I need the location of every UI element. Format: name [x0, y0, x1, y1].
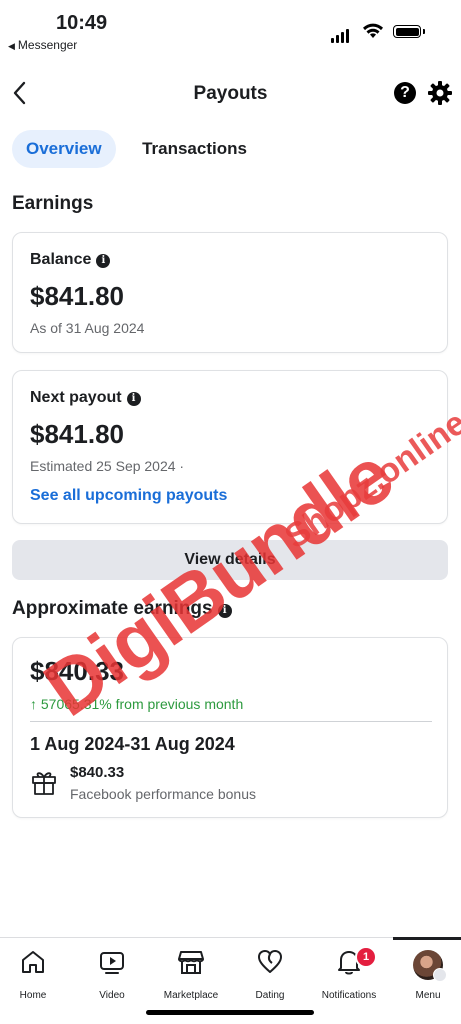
- back-to-app-link[interactable]: ◀ Messenger: [8, 38, 77, 52]
- home-icon: [22, 951, 44, 973]
- payouts-screen: 10:49 ◀ Messenger Payouts ? Overview Tra…: [0, 0, 461, 1024]
- wifi-icon: [363, 23, 383, 38]
- approx-amount: $840.33: [30, 656, 124, 686]
- nav-dating-label: Dating: [255, 990, 285, 1001]
- next-payout-label-row: Next payout i: [30, 389, 141, 407]
- gear-icon[interactable]: [427, 80, 453, 106]
- nav-notifications[interactable]: 1 Notifications: [311, 938, 387, 1001]
- approx-earnings-heading: Approximate earnings: [12, 598, 213, 619]
- balance-label: Balance: [30, 251, 92, 268]
- help-icon[interactable]: ?: [394, 82, 416, 104]
- marketplace-icon: [178, 951, 204, 974]
- notification-badge: 1: [355, 946, 377, 968]
- balance-card: Balance i $841.80 As of 31 Aug 2024: [12, 232, 448, 353]
- battery-icon: [393, 25, 425, 38]
- approx-earnings-card: $840.33 ↑ 57065.31% from previous month …: [12, 637, 448, 818]
- gift-icon: [32, 772, 56, 795]
- info-icon[interactable]: i: [96, 254, 111, 268]
- nav-video-label: Video: [99, 990, 125, 1001]
- status-bar: 10:49 ◀ Messenger: [0, 0, 461, 60]
- bonus-amount: $840.33: [70, 764, 125, 781]
- info-icon[interactable]: i: [126, 392, 141, 406]
- home-indicator: [146, 1010, 314, 1015]
- balance-label-row: Balance i: [30, 251, 111, 269]
- period-range: 1 Aug 2024-31 Aug 2024: [30, 734, 235, 754]
- next-payout-amount: $841.80: [30, 419, 124, 449]
- tab-bar: Overview Transactions: [12, 130, 269, 168]
- balance-date: As of 31 Aug 2024: [30, 320, 145, 336]
- nav-home[interactable]: Home: [0, 938, 71, 1001]
- nav-menu[interactable]: Menu: [390, 937, 461, 1001]
- info-icon[interactable]: i: [217, 604, 232, 618]
- nav-home-label: Home: [19, 990, 47, 1001]
- next-payout-card: Next payout i $841.80 Estimated 25 Sep 20…: [12, 370, 448, 524]
- tab-transactions[interactable]: Transactions: [128, 130, 261, 168]
- nav-menu-label: Menu: [415, 990, 441, 1001]
- view-details-button[interactable]: View details: [12, 540, 448, 580]
- menu-lines-icon: [433, 968, 447, 982]
- nav-marketplace[interactable]: Marketplace: [153, 938, 229, 1001]
- cellular-signal-icon: [331, 25, 351, 43]
- nav-dating[interactable]: Dating: [232, 938, 308, 1001]
- balance-amount: $841.80: [30, 281, 124, 311]
- video-icon: [100, 952, 124, 974]
- divider: [30, 721, 432, 722]
- nav-video[interactable]: Video: [74, 938, 150, 1001]
- page-title: Payouts: [193, 83, 268, 104]
- dating-heart-icon: [258, 950, 282, 973]
- tab-overview[interactable]: Overview: [12, 130, 116, 168]
- next-payout-estimate: Estimated 25 Sep 2024 ·: [30, 458, 185, 474]
- growth-indicator: ↑ 57065.31% from previous month: [30, 696, 244, 712]
- upcoming-payouts-link[interactable]: See all upcoming payouts: [30, 487, 227, 505]
- status-time: 10:49: [56, 12, 108, 34]
- bonus-description: Facebook performance bonus: [70, 786, 256, 802]
- nav-notifications-label: Notifications: [321, 990, 377, 1001]
- avatar: [413, 950, 447, 982]
- back-app-label: Messenger: [17, 38, 78, 52]
- earnings-heading: Earnings: [12, 193, 94, 214]
- nav-marketplace-label: Marketplace: [163, 990, 219, 1001]
- approx-earnings-heading-row: Approximate earnings i: [12, 598, 232, 620]
- app-header: Payouts ?: [0, 74, 461, 114]
- next-payout-label: Next payout: [30, 389, 122, 406]
